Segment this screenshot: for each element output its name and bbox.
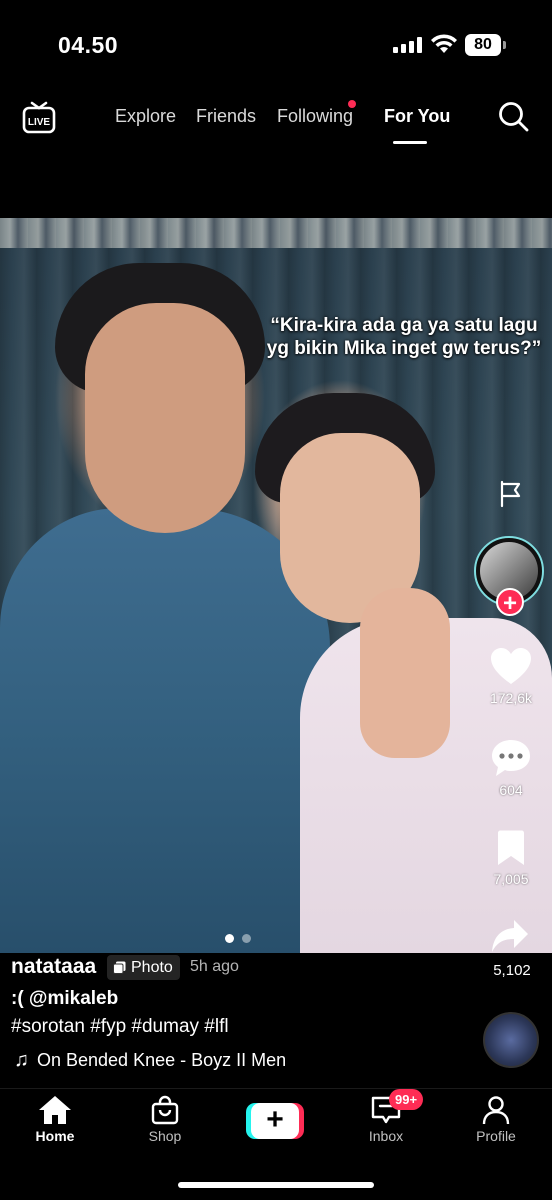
tab-inbox-label: Inbox xyxy=(368,1128,404,1144)
plus-icon: + xyxy=(251,1103,299,1139)
create-button[interactable]: + xyxy=(246,1103,304,1139)
like-count: 172,6k xyxy=(489,690,533,706)
carousel-dots xyxy=(225,930,259,948)
live-icon[interactable]: LIVE xyxy=(22,100,56,134)
tab-following[interactable]: Following xyxy=(277,106,353,127)
photo-person-left-jacket xyxy=(0,508,330,953)
photo-stack-icon xyxy=(113,961,126,974)
heart-icon xyxy=(491,648,531,684)
like-button[interactable]: 172,6k xyxy=(481,646,541,706)
save-count: 7,005 xyxy=(493,871,529,887)
save-button[interactable]: 7,005 xyxy=(481,829,541,887)
tab-home[interactable]: Home xyxy=(15,1095,95,1144)
photo-lights xyxy=(0,218,552,248)
photo-text-overlay: “Kira-kira ada ga ya satu lagu yg bikin … xyxy=(266,315,542,359)
home-icon xyxy=(39,1096,71,1124)
creator-username[interactable]: natataaa xyxy=(11,955,96,979)
share-count: 5,102 xyxy=(493,962,531,979)
post-time-ago: 5h ago xyxy=(190,958,239,975)
photo-type-badge: Photo xyxy=(107,955,180,980)
tab-friends[interactable]: Friends xyxy=(196,106,256,127)
tab-explore[interactable]: Explore xyxy=(115,106,176,127)
wifi-icon xyxy=(431,34,457,53)
carousel-dot xyxy=(242,934,251,943)
battery-icon: 80 xyxy=(465,34,501,56)
active-tab-indicator xyxy=(393,141,427,144)
share-arrow-icon[interactable] xyxy=(490,918,530,954)
status-bar: 04.50 80 xyxy=(0,0,552,90)
tab-profile[interactable]: Profile xyxy=(456,1095,536,1144)
comment-count: 604 xyxy=(499,782,523,798)
report-flag-icon[interactable] xyxy=(498,480,524,508)
tab-for-you[interactable]: For You xyxy=(384,106,450,127)
status-time: 04.50 xyxy=(58,32,119,58)
music-track[interactable]: ♫ On Bended Knee - Boyz II Men xyxy=(14,1049,286,1072)
top-nav: LIVE Explore Friends Following For You xyxy=(0,90,552,150)
tab-profile-label: Profile xyxy=(476,1128,516,1144)
photo-peace-sign-hand xyxy=(360,588,450,758)
post-hashtags[interactable]: #sorotan #fyp #dumay #lfl xyxy=(11,1016,229,1038)
following-notification-dot xyxy=(348,100,356,108)
battery-tip xyxy=(503,41,506,49)
photo-badge-label: Photo xyxy=(131,959,173,976)
music-title: On Bended Knee - Boyz II Men xyxy=(37,1050,287,1070)
carousel-dot-active xyxy=(225,934,234,943)
profile-icon xyxy=(482,1096,510,1125)
tab-home-label: Home xyxy=(35,1128,75,1144)
comment-icon xyxy=(492,740,530,776)
search-icon[interactable] xyxy=(497,100,529,132)
inbox-badge: 99+ xyxy=(389,1089,424,1110)
post-caption[interactable]: :( @mikaleb xyxy=(11,988,118,1010)
tab-shop-label: Shop xyxy=(148,1128,182,1144)
tab-shop[interactable]: Shop xyxy=(125,1095,205,1144)
music-disc[interactable] xyxy=(483,1012,539,1068)
follow-button[interactable]: + xyxy=(496,588,524,617)
cellular-signal-icon xyxy=(393,37,423,53)
svg-text:LIVE: LIVE xyxy=(28,117,51,128)
music-note-icon: ♫ xyxy=(14,1049,29,1071)
shopping-bag-icon xyxy=(151,1095,179,1125)
comment-button[interactable]: 604 xyxy=(481,738,541,798)
photo-person-left-face xyxy=(85,303,245,533)
home-indicator xyxy=(178,1182,374,1188)
bookmark-icon xyxy=(498,830,524,865)
